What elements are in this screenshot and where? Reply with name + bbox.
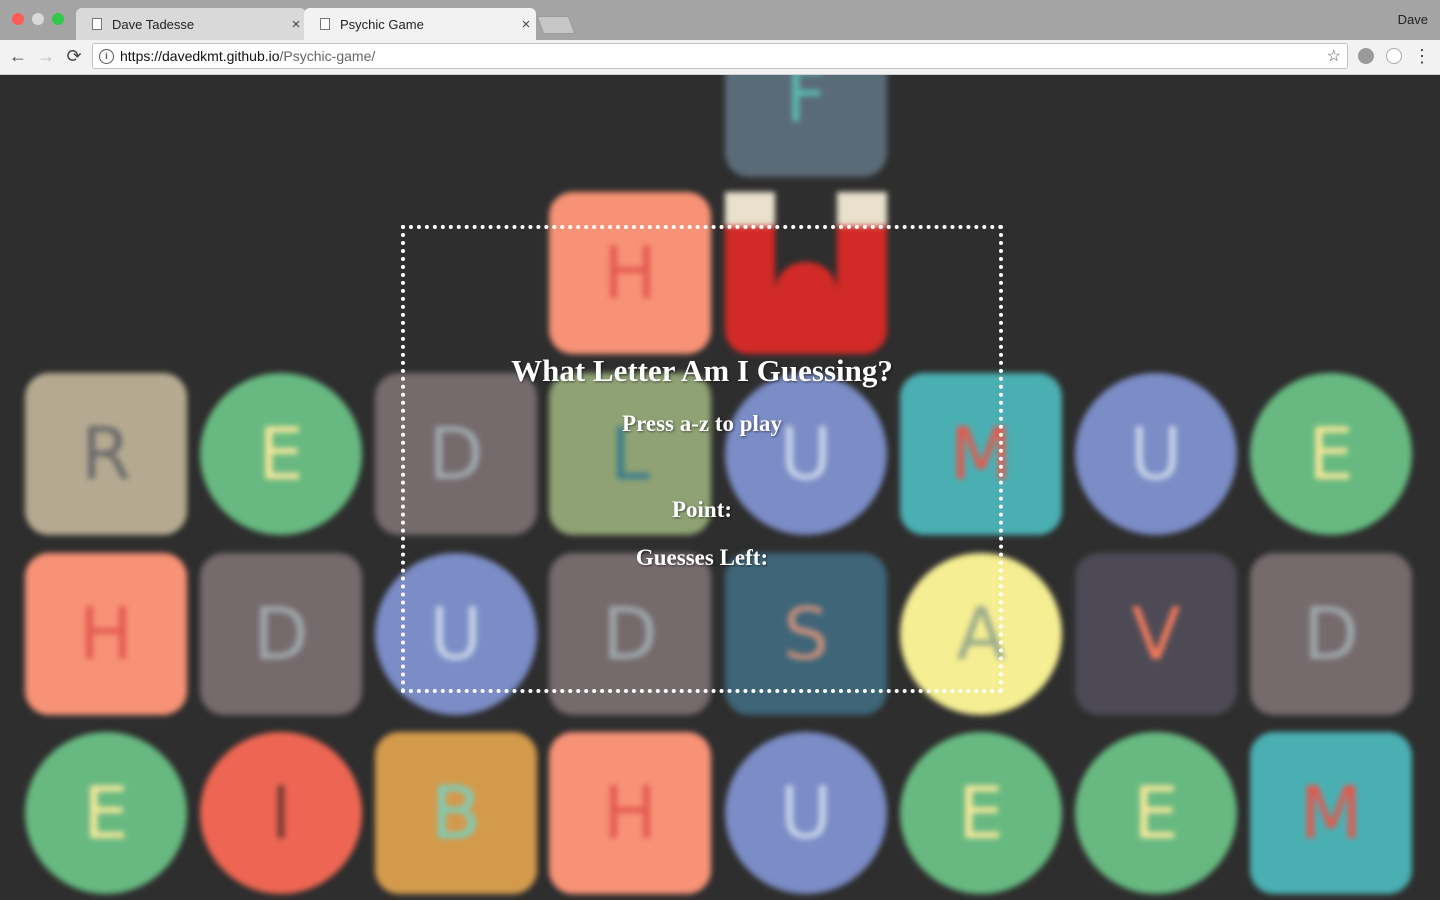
- background-letter-tile: E: [1250, 373, 1412, 535]
- tab-psychic-game[interactable]: Psychic Game ×: [304, 8, 536, 40]
- background-letter-tile: U: [725, 732, 887, 894]
- browser-tab-strip: Dave Tadesse × Psychic Game × Dave: [0, 0, 1440, 40]
- background-letter-tile: E: [200, 373, 362, 535]
- game-title: What Letter Am I Guessing?: [511, 353, 893, 388]
- background-letter-tile: H: [25, 553, 187, 715]
- game-instructions: Press a-z to play: [622, 411, 782, 436]
- extension-bug-icon[interactable]: [1358, 48, 1374, 64]
- background-letter-tile: D: [200, 553, 362, 715]
- background-letter-tile: E: [900, 732, 1062, 894]
- bookmark-star-icon[interactable]: ☆: [1327, 46, 1341, 66]
- new-tab-button[interactable]: [536, 16, 576, 34]
- maximize-window-button[interactable]: [52, 13, 64, 25]
- guesses-left-label: Guesses Left:: [635, 545, 769, 570]
- back-arrow-icon[interactable]: ←: [8, 46, 28, 66]
- tab-title: Dave Tadesse: [112, 16, 195, 32]
- close-tab-icon[interactable]: ×: [516, 16, 536, 33]
- tab-dave-tadesse[interactable]: Dave Tadesse ×: [76, 8, 306, 40]
- game-panel: What Letter Am I Guessing? Press a-z to …: [401, 225, 1003, 693]
- profile-button[interactable]: Dave: [1398, 12, 1428, 27]
- background-letter-tile: D: [1250, 553, 1412, 715]
- background-letter-tile: M: [1250, 732, 1412, 894]
- reload-icon[interactable]: ⟳: [64, 46, 84, 66]
- background-letter-tile: V: [1075, 553, 1237, 715]
- browser-toolbar: ← → ⟳ i https://davedkmt.github.io/Psych…: [0, 40, 1440, 75]
- background-letter-tile: U: [1075, 373, 1237, 535]
- background-letter-tile: R: [25, 373, 187, 535]
- background-letter-tile: E: [25, 732, 187, 894]
- close-window-button[interactable]: [12, 13, 24, 25]
- menu-icon[interactable]: ⋮: [1412, 46, 1432, 66]
- page-icon: [320, 18, 330, 30]
- page-icon: [92, 18, 102, 30]
- background-letter-tile: B: [375, 732, 537, 894]
- url-host: https://davedkmt.github.io: [120, 48, 280, 64]
- background-letter-tile: I: [200, 732, 362, 894]
- info-icon[interactable]: i: [99, 48, 114, 64]
- background-letter-tile: E: [1075, 732, 1237, 894]
- extension-circle-icon[interactable]: [1386, 48, 1402, 64]
- minimize-window-button[interactable]: [32, 13, 44, 25]
- tab-title: Psychic Game: [340, 16, 424, 32]
- points-label: Point:: [671, 497, 733, 522]
- page-viewport: FHREDLUMUEHDUDSAVDEIBHUEEM What Letter A…: [0, 75, 1440, 900]
- address-bar[interactable]: i https://davedkmt.github.io/Psychic-gam…: [92, 43, 1348, 69]
- url-path: /Psychic-game/: [279, 48, 376, 64]
- forward-arrow-icon[interactable]: →: [36, 46, 56, 66]
- close-tab-icon[interactable]: ×: [286, 16, 306, 33]
- background-letter-tile: H: [549, 732, 711, 894]
- background-letter-tile: F: [725, 75, 887, 177]
